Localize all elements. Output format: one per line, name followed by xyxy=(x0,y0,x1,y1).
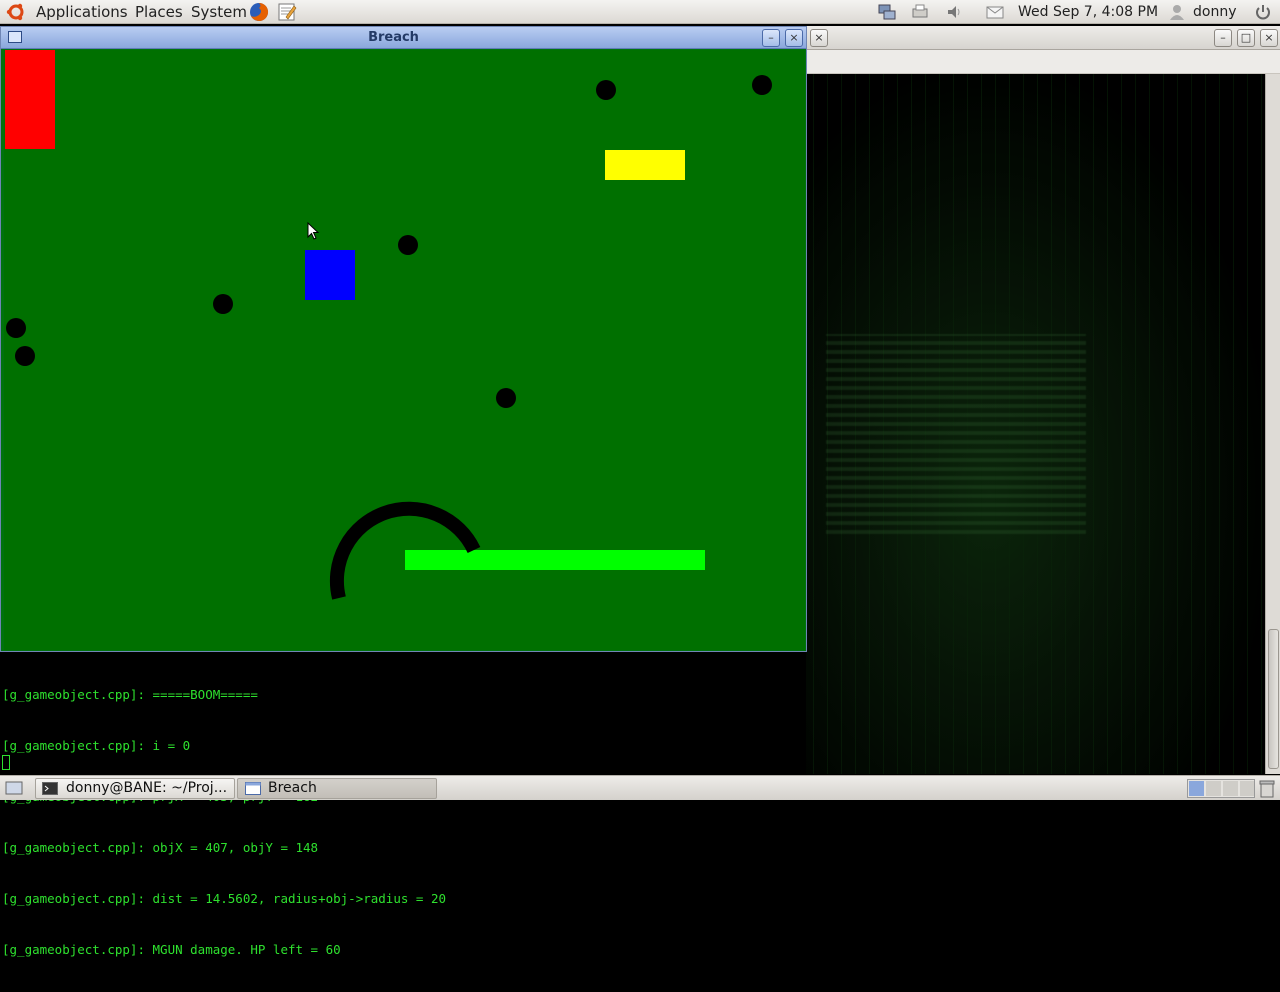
text-editor-icon[interactable] xyxy=(277,2,297,22)
top-panel: Applications Places System Wed Sep 7, 4:… xyxy=(0,0,1280,24)
terminal-output: [g_gameobject.cpp]: =====BOOM===== [g_ga… xyxy=(2,652,802,992)
terminal-line: [g_gameobject.cpp]: objX = 407, objY = 1… xyxy=(2,840,319,855)
clock[interactable]: Wed Sep 7, 4:08 PM xyxy=(1018,4,1158,20)
ball xyxy=(213,294,233,314)
workspace-3[interactable] xyxy=(1223,781,1238,796)
matrix-background xyxy=(806,74,1265,774)
terminal-line: [g_gameobject.cpp]: dist = 14.5602, radi… xyxy=(2,891,447,906)
mail-icon[interactable] xyxy=(985,2,1005,22)
terminal-line: [g_gameobject.cpp]: =====BOOM===== xyxy=(2,687,258,702)
breach-task-label: Breach xyxy=(268,780,317,796)
red-block xyxy=(5,50,55,149)
taskbar-item-breach[interactable]: Breach xyxy=(237,778,437,799)
ball xyxy=(6,318,26,338)
volume-icon[interactable] xyxy=(945,2,965,22)
power-icon[interactable] xyxy=(1253,2,1273,22)
workspace-1[interactable] xyxy=(1189,781,1204,796)
bottom-panel: donny@BANE: ~/Proj... Breach xyxy=(0,775,1280,800)
menu-applications[interactable]: Applications xyxy=(36,3,128,21)
close-icon[interactable]: × xyxy=(1260,29,1278,47)
terminal-icon xyxy=(42,782,58,795)
game-canvas[interactable] xyxy=(4,50,805,650)
ball xyxy=(496,388,516,408)
minimize-icon[interactable]: – xyxy=(1214,29,1232,47)
terminal-line: [g_gameobject.cpp]: i = 0 xyxy=(2,738,191,753)
printer-icon[interactable] xyxy=(910,2,930,22)
arc-projectile xyxy=(329,501,481,600)
scrollbar-thumb[interactable] xyxy=(1268,629,1279,769)
terminal-partial-close-icon: × xyxy=(810,29,828,47)
window-icon xyxy=(245,782,261,795)
ball xyxy=(398,235,418,255)
ball xyxy=(596,80,616,100)
workspace-4[interactable] xyxy=(1240,781,1254,796)
yellow-block xyxy=(605,150,685,180)
trash-icon[interactable] xyxy=(1258,779,1276,798)
user-icon[interactable] xyxy=(1167,2,1187,22)
ball xyxy=(752,75,772,95)
ubuntu-logo-icon[interactable] xyxy=(6,2,26,22)
terminal-line: [g_gameobject.cpp]: MGUN damage. HP left… xyxy=(2,942,341,957)
breach-window[interactable]: Breach – × xyxy=(0,26,807,652)
terminal-cursor xyxy=(2,755,10,770)
breach-titlebar[interactable]: Breach – × xyxy=(1,27,806,49)
workspace-2[interactable] xyxy=(1206,781,1221,796)
workspace-switcher[interactable] xyxy=(1187,779,1255,798)
terminal-scrollbar[interactable] xyxy=(1265,74,1280,774)
blue-block xyxy=(305,250,355,300)
menu-places[interactable]: Places xyxy=(135,3,183,21)
ball xyxy=(15,346,35,366)
username[interactable]: donny xyxy=(1193,4,1236,20)
show-desktop-icon[interactable] xyxy=(5,780,23,796)
mouse-cursor-icon xyxy=(307,222,320,240)
network-icon[interactable] xyxy=(877,2,897,22)
maximize-icon[interactable]: □ xyxy=(1237,29,1255,47)
minimize-icon[interactable]: – xyxy=(762,29,780,47)
taskbar-item-terminal[interactable]: donny@BANE: ~/Proj... xyxy=(35,778,235,799)
terminal-task-label: donny@BANE: ~/Proj... xyxy=(66,780,228,796)
window-title: Breach xyxy=(368,30,419,45)
firefox-icon[interactable] xyxy=(249,2,269,22)
menu-system[interactable]: System xyxy=(191,3,247,21)
close-icon[interactable]: × xyxy=(785,29,803,47)
